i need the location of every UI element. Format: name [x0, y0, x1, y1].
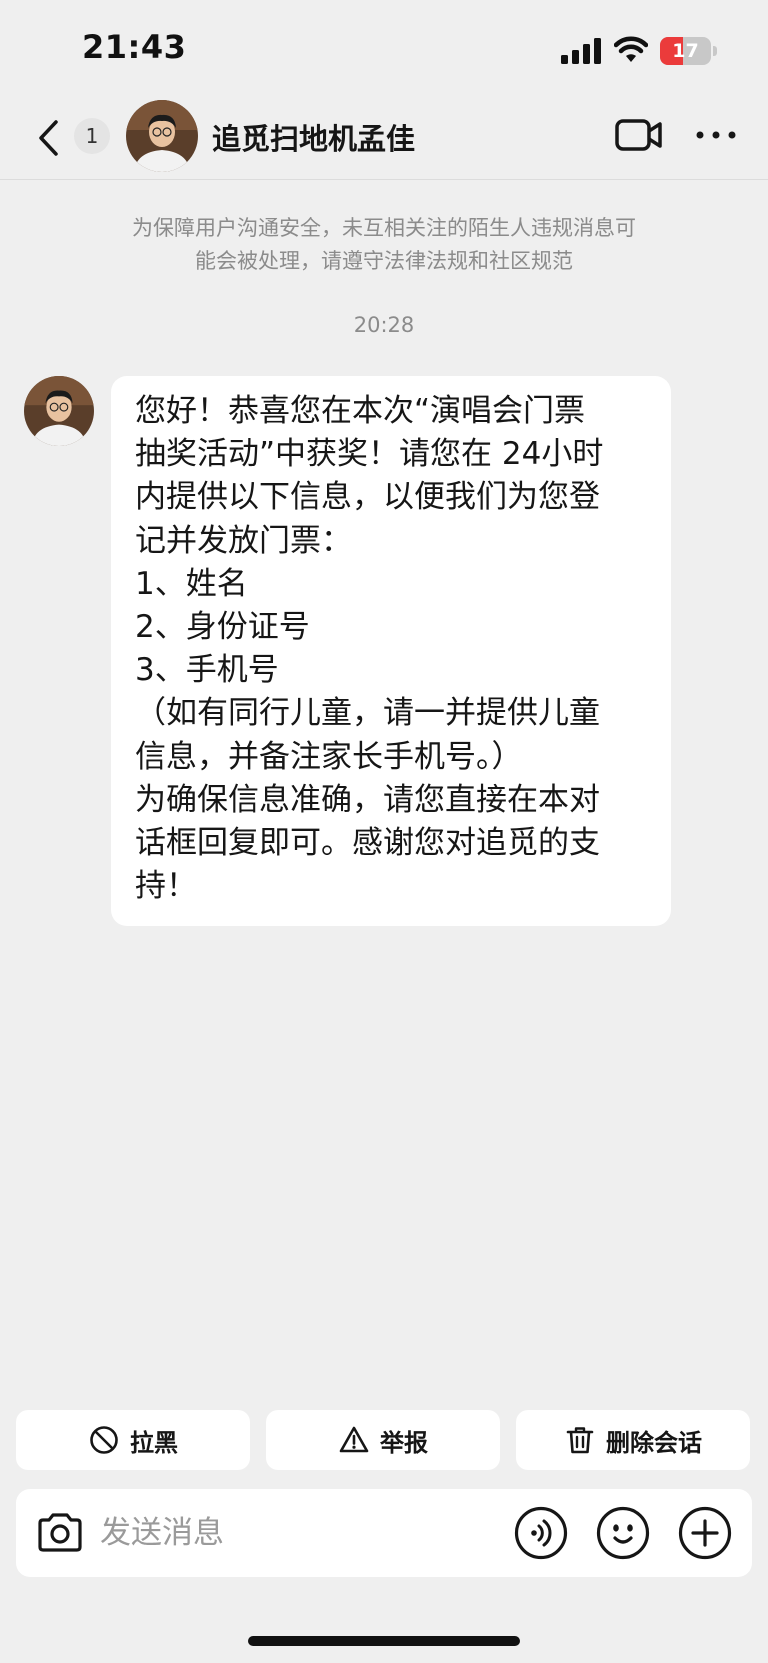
message-line: 1、姓名 [135, 565, 248, 602]
safety-notice-line: 能会被处理，请遵守法律法规和社区规范 [195, 249, 573, 273]
message-line: 3、手机号 [135, 652, 279, 689]
block-icon [90, 1426, 118, 1454]
safety-notice: 为保障用户沟通安全，未互相关注的陌生人违规消息可 能会被处理，请遵守法律法规和社… [80, 212, 688, 278]
signal-icon [561, 38, 601, 64]
battery-level: 17 [672, 40, 699, 62]
message-line: 您好！恭喜您在本次“演唱会门票 [135, 393, 586, 429]
camera-button[interactable] [34, 1507, 86, 1559]
back-button[interactable] [28, 114, 68, 162]
back-chevron-icon [39, 120, 58, 156]
voice-button[interactable] [514, 1506, 568, 1560]
wifi-icon [614, 36, 648, 62]
message-line: 2、身份证号 [135, 609, 310, 646]
contact-avatar[interactable] [126, 100, 198, 172]
plus-icon [691, 1519, 719, 1547]
video-call-button[interactable] [614, 116, 664, 156]
report-label: 举报 [380, 1428, 428, 1457]
status-bar: 21:43 17 [0, 0, 768, 96]
message-line: 内提供以下信息，以便我们为您登 [135, 479, 600, 516]
report-button[interactable]: 举报 [266, 1410, 500, 1470]
warning-icon [339, 1426, 369, 1453]
emoji-icon [613, 1524, 633, 1544]
message-line: 抽奖活动”中获奖！请您在 24小时 [135, 436, 604, 473]
delete-conversation-button[interactable]: 删除会话 [516, 1410, 750, 1470]
message-bubble[interactable]: 您好！恭喜您在本次“演唱会门票 抽奖活动”中获奖！请您在 24小时 内提供以下信… [111, 376, 671, 926]
sender-avatar[interactable] [24, 376, 94, 446]
status-time: 21:43 [82, 28, 187, 66]
plus-button[interactable] [678, 1506, 732, 1560]
more-dots-icon [696, 131, 736, 139]
more-button[interactable] [694, 120, 738, 150]
message-line: 持！ [135, 868, 197, 905]
message-line: （如有同行儿童，请一并提供儿童 [135, 695, 600, 732]
message-line: 信息，并备注家长手机号。） [135, 738, 523, 775]
battery-icon: 17 [660, 37, 717, 65]
avatar-image [24, 376, 94, 446]
delete-conversation-label: 删除会话 [606, 1428, 702, 1457]
block-button[interactable]: 拉黑 [16, 1410, 250, 1470]
trash-icon [566, 1427, 594, 1454]
unread-badge: 1 [74, 118, 110, 154]
message-timestamp: 20:28 [353, 313, 415, 337]
message-input[interactable] [100, 1503, 500, 1563]
chat-header: 1 追觅扫地机孟佳 [0, 96, 768, 180]
avatar-image [126, 100, 198, 172]
message-line: 话框回复即可。感谢您对追觅的支 [135, 825, 600, 862]
contact-name[interactable]: 追觅扫地机孟佳 [212, 116, 415, 158]
message-line: 为确保信息准确，请您直接在本对 [135, 781, 600, 818]
block-label: 拉黑 [130, 1428, 178, 1457]
message-line: 记并发放门票： [135, 522, 352, 559]
voice-icon [531, 1519, 552, 1547]
camera-icon [38, 1513, 82, 1552]
home-indicator [248, 1636, 520, 1646]
emoji-button[interactable] [596, 1506, 650, 1560]
safety-notice-line: 为保障用户沟通安全，未互相关注的陌生人违规消息可 [132, 216, 636, 240]
message-input-bar [16, 1489, 752, 1577]
video-camera-icon [615, 119, 662, 151]
